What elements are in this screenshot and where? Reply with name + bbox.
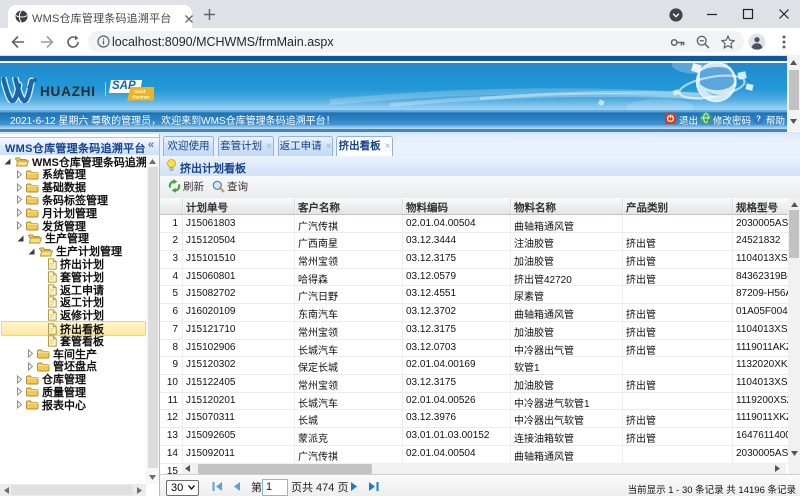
svg-text:?: ? <box>756 114 761 123</box>
svg-text:Gold: Gold <box>134 89 145 95</box>
svg-text:Partner: Partner <box>132 95 149 101</box>
